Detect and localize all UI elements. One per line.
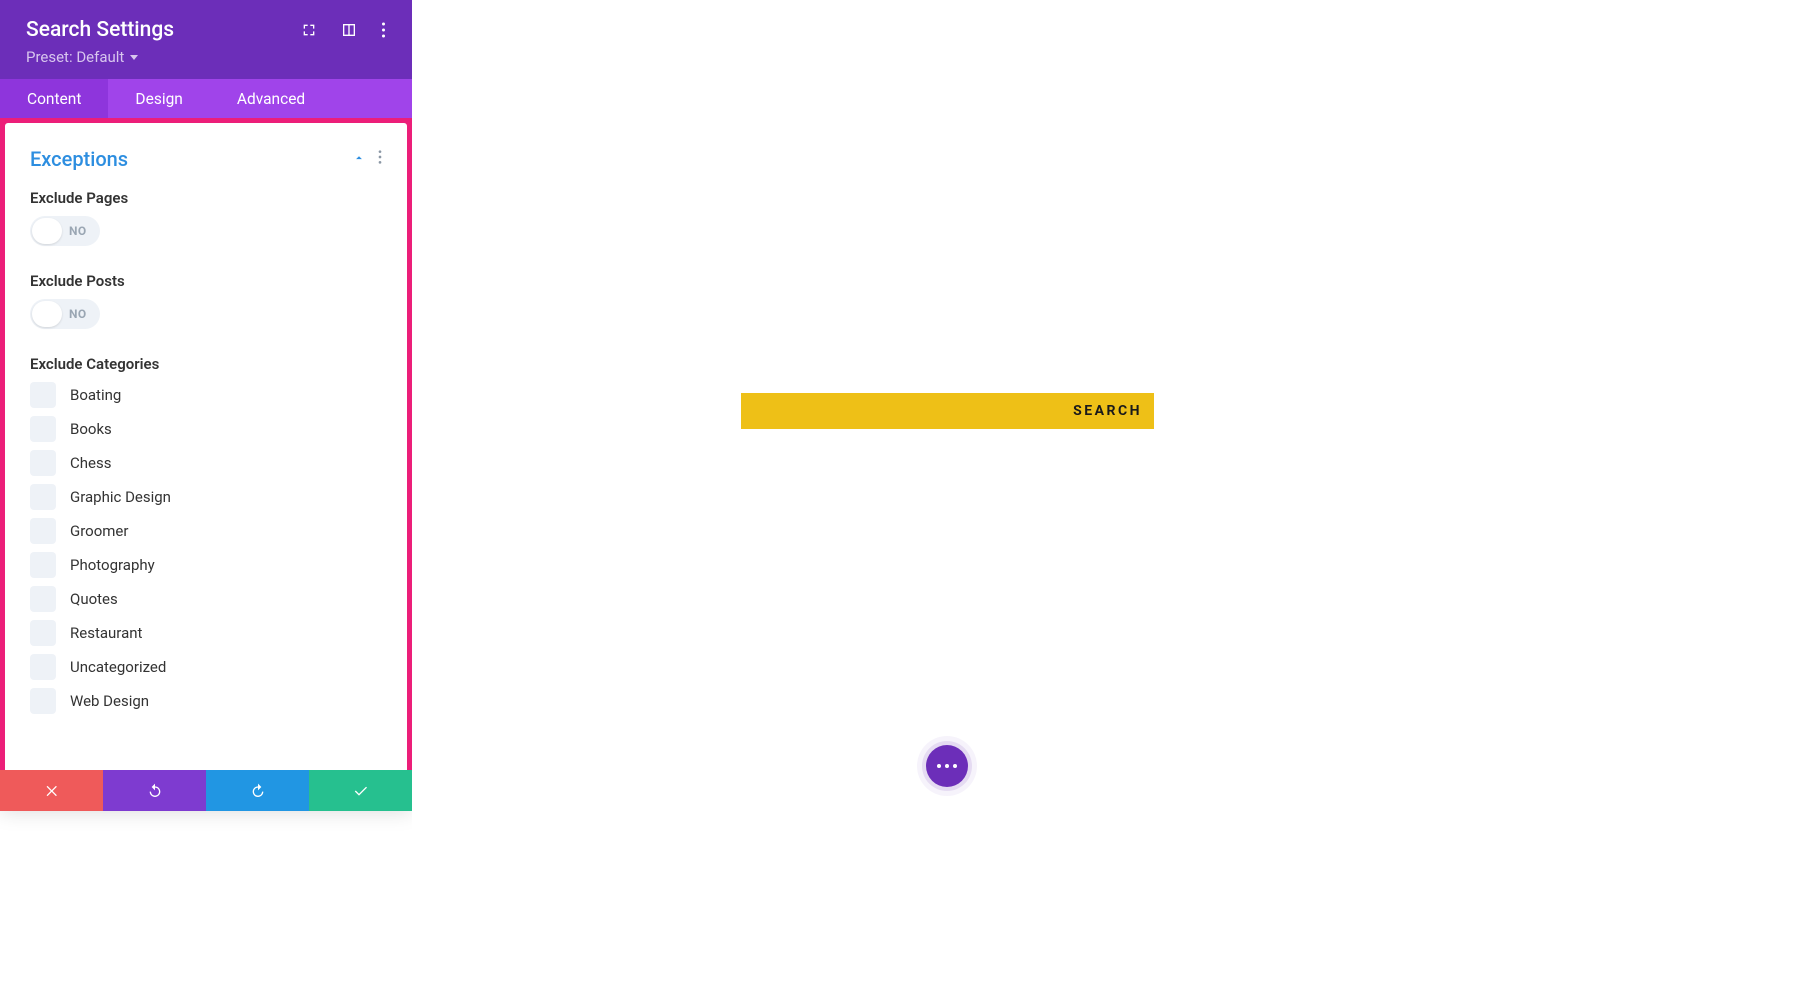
search-module[interactable]: SEARCH xyxy=(741,393,1154,429)
exclude-pages-toggle[interactable]: NO xyxy=(30,216,100,246)
category-label: Quotes xyxy=(70,590,118,608)
toggle-state: NO xyxy=(69,307,87,321)
category-label: Web Design xyxy=(70,692,149,710)
toggle-thumb xyxy=(32,301,62,327)
preset-label: Preset: Default xyxy=(26,48,124,66)
tab-content[interactable]: Content xyxy=(0,79,108,118)
category-item[interactable]: Web Design xyxy=(30,688,382,714)
checkbox[interactable] xyxy=(30,518,56,544)
category-item[interactable]: Chess xyxy=(30,450,382,476)
exclude-posts-label: Exclude Posts xyxy=(30,272,382,290)
caret-down-icon xyxy=(130,55,138,60)
checkbox[interactable] xyxy=(30,654,56,680)
section-more-icon[interactable] xyxy=(378,149,382,169)
category-list: Boating Books Chess Graphic Design xyxy=(30,382,382,714)
category-item[interactable]: Graphic Design xyxy=(30,484,382,510)
category-item[interactable]: Uncategorized xyxy=(30,654,382,680)
toggle-thumb xyxy=(32,218,62,244)
category-item[interactable]: Quotes xyxy=(30,586,382,612)
category-item[interactable]: Books xyxy=(30,416,382,442)
checkbox[interactable] xyxy=(30,620,56,646)
exclude-pages-label: Exclude Pages xyxy=(30,189,382,207)
checkbox[interactable] xyxy=(30,552,56,578)
undo-button[interactable] xyxy=(103,770,206,811)
tab-advanced[interactable]: Advanced xyxy=(210,79,332,118)
canvas[interactable]: SEARCH xyxy=(412,0,1800,986)
cancel-button[interactable] xyxy=(0,770,103,811)
checkbox[interactable] xyxy=(30,450,56,476)
preset-selector[interactable]: Preset: Default xyxy=(26,48,386,66)
category-item[interactable]: Restaurant xyxy=(30,620,382,646)
panel-title: Search Settings xyxy=(26,18,174,42)
checkbox[interactable] xyxy=(30,416,56,442)
category-label: Restaurant xyxy=(70,624,142,642)
collapse-icon[interactable] xyxy=(352,150,366,169)
redo-button[interactable] xyxy=(206,770,309,811)
search-button-label: SEARCH xyxy=(1073,403,1142,419)
checkbox[interactable] xyxy=(30,688,56,714)
content-frame: Exceptions Exclude Pages NO xyxy=(0,118,412,811)
category-item[interactable]: Photography xyxy=(30,552,382,578)
checkbox[interactable] xyxy=(30,382,56,408)
exclude-posts-toggle[interactable]: NO xyxy=(30,299,100,329)
content-scroll[interactable]: Exceptions Exclude Pages NO xyxy=(5,123,407,806)
settings-panel: Search Settings Preset: Default Content … xyxy=(0,0,412,811)
category-label: Graphic Design xyxy=(70,488,171,506)
category-item[interactable]: Groomer xyxy=(30,518,382,544)
checkbox[interactable] xyxy=(30,586,56,612)
save-button[interactable] xyxy=(309,770,412,811)
section-title: Exceptions xyxy=(30,147,128,171)
expand-icon[interactable] xyxy=(301,22,317,38)
category-label: Chess xyxy=(70,454,111,472)
category-label: Uncategorized xyxy=(70,658,166,676)
exclude-categories-label: Exclude Categories xyxy=(30,355,382,373)
category-label: Groomer xyxy=(70,522,128,540)
toggle-state: NO xyxy=(69,224,87,238)
checkbox[interactable] xyxy=(30,484,56,510)
action-bar xyxy=(0,770,412,811)
panel-layout-icon[interactable] xyxy=(341,22,357,38)
category-item[interactable]: Boating xyxy=(30,382,382,408)
category-label: Photography xyxy=(70,556,155,574)
tab-design[interactable]: Design xyxy=(108,79,209,118)
more-icon[interactable] xyxy=(381,21,386,39)
category-label: Boating xyxy=(70,386,121,404)
dots-icon xyxy=(937,764,941,768)
add-module-button[interactable] xyxy=(926,745,968,787)
category-label: Books xyxy=(70,420,112,438)
panel-header: Search Settings Preset: Default xyxy=(0,0,412,79)
tab-bar: Content Design Advanced xyxy=(0,79,412,118)
